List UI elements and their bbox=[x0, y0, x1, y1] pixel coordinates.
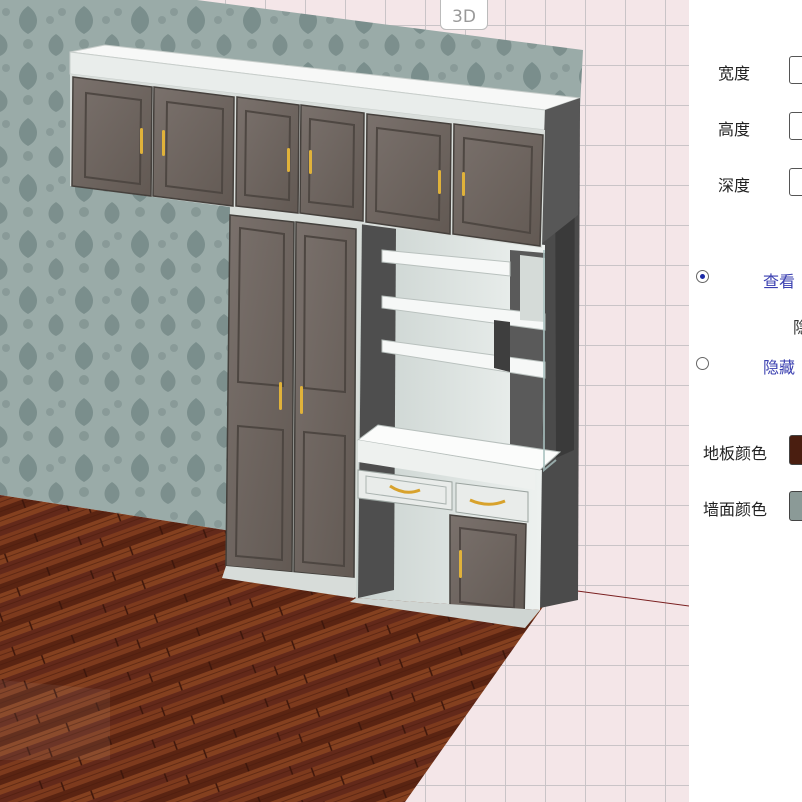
desk-unit-left-wall bbox=[358, 222, 396, 598]
properties-panel: 宽度 高度 深度 查看 隐 隐藏 地板颜色 墙面颜色 bbox=[689, 0, 802, 802]
3d-viewport[interactable]: 3D bbox=[0, 0, 689, 802]
floor-reflection bbox=[0, 680, 110, 760]
depth-input[interactable] bbox=[789, 168, 802, 196]
wardrobe-right-handle bbox=[300, 386, 303, 414]
desk-lower-door-handle bbox=[459, 550, 462, 578]
cabinet-3d-scene[interactable] bbox=[0, 0, 689, 802]
wall-color-swatch[interactable] bbox=[789, 491, 802, 521]
shelf-side-panel bbox=[520, 255, 545, 322]
top-door-4-handle bbox=[309, 150, 312, 174]
shelf-divider bbox=[494, 320, 510, 372]
top-door-6-handle bbox=[462, 172, 465, 196]
hide-option-label[interactable]: 隐藏 bbox=[763, 354, 795, 378]
depth-label: 深度 bbox=[718, 176, 751, 195]
top-door-2-handle bbox=[162, 130, 165, 156]
radio-unselected-icon[interactable] bbox=[696, 357, 709, 370]
top-door-5-handle bbox=[438, 170, 441, 194]
view-3d-button[interactable]: 3D bbox=[440, 0, 488, 30]
radio-selected-icon[interactable] bbox=[696, 270, 709, 283]
width-input[interactable] bbox=[789, 56, 802, 84]
floor-color-label: 地板颜色 bbox=[703, 444, 768, 463]
floor-color-swatch[interactable] bbox=[789, 435, 802, 465]
height-label: 高度 bbox=[718, 120, 751, 139]
top-door-1-handle bbox=[140, 128, 143, 154]
width-label: 宽度 bbox=[718, 64, 751, 83]
view-option-label[interactable]: 查看 bbox=[763, 268, 795, 292]
wall-color-label: 墙面颜色 bbox=[703, 500, 768, 519]
top-door-3-handle bbox=[287, 148, 290, 172]
height-input[interactable] bbox=[789, 112, 802, 140]
hide-sub-label: 隐 bbox=[793, 318, 802, 337]
wardrobe-left-handle bbox=[279, 382, 282, 410]
